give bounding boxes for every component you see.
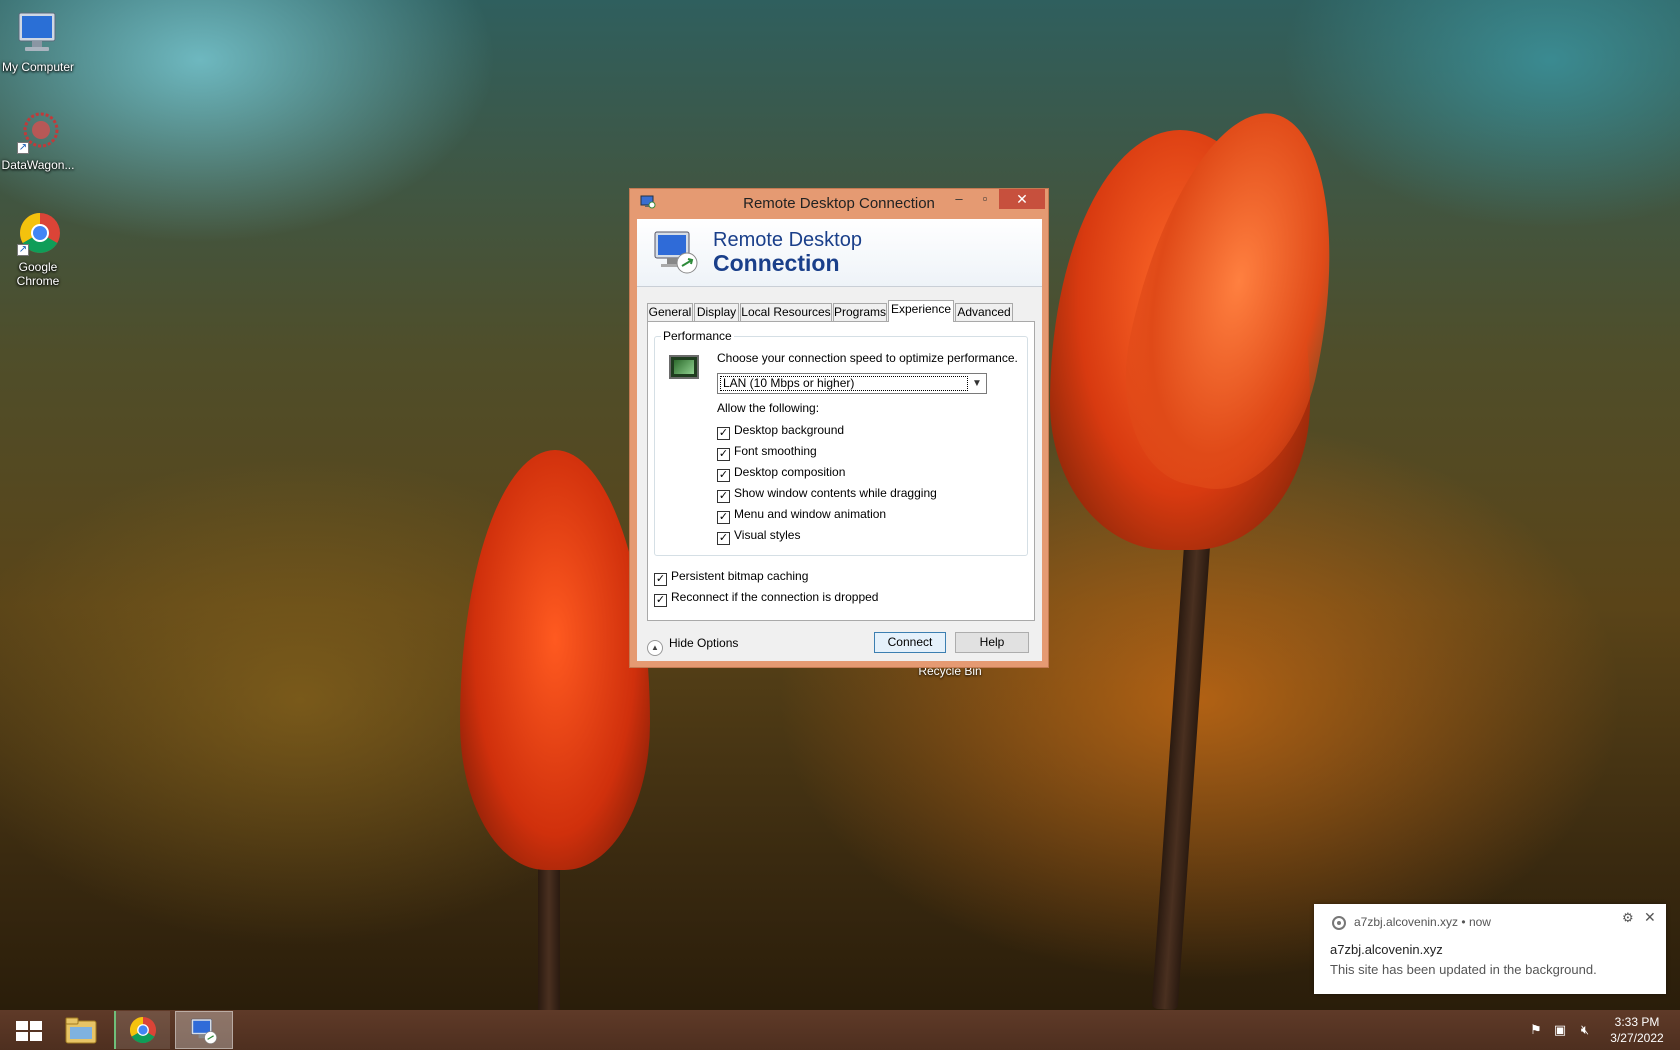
folder-icon [65, 1017, 97, 1044]
volume-muted-icon[interactable]: 🔇︎ [1577, 1022, 1593, 1038]
minimize-button[interactable]: – [946, 189, 972, 209]
chevron-down-icon[interactable]: ▼ [968, 374, 986, 393]
rdc-window: Remote Desktop Connection – ▫ ✕ Remote D… [629, 188, 1049, 668]
flag-icon[interactable]: ⚑ [1528, 1022, 1544, 1038]
notification-heading: a7zbj.alcovenin.xyz [1330, 942, 1443, 957]
checkbox-menu-window-animation[interactable]: ✓ [717, 511, 730, 524]
option-font-smoothing[interactable]: ✓ Font smoothing [717, 444, 817, 461]
option-desktop-composition[interactable]: ✓ Desktop composition [717, 465, 846, 482]
checkbox-reconnect-if-dropped[interactable]: ✓ [654, 594, 667, 607]
chrome-icon: ↗ [15, 210, 61, 256]
checkbox-persistent-bitmap-caching[interactable]: ✓ [654, 573, 667, 586]
window-client-area: Remote Desktop Connection General Displa… [637, 219, 1042, 661]
clock-date: 3/27/2022 [1610, 1031, 1664, 1045]
shortcut-arrow-icon: ↗ [17, 244, 29, 256]
tab-programs[interactable]: Programs [833, 303, 887, 321]
taskbar-google-chrome[interactable] [114, 1011, 170, 1049]
performance-group-label: Performance [661, 329, 734, 343]
connect-button[interactable]: Connect [874, 632, 946, 653]
notification-body: This site has been updated in the backgr… [1330, 962, 1597, 977]
speed-prompt: Choose your connection speed to optimize… [717, 351, 1018, 365]
option-reconnect-if-dropped[interactable]: ✓ Reconnect if the connection is dropped [654, 590, 879, 607]
chevron-up-icon: ▲ [647, 640, 663, 656]
allow-label: Allow the following: [717, 401, 820, 415]
performance-group: Performance Choose your connection speed… [654, 329, 1028, 556]
desktop-icon-label: DataWagon... [1, 158, 75, 172]
option-label: Menu and window animation [734, 507, 887, 521]
tab-experience[interactable]: Experience [888, 300, 954, 322]
chrome-icon [129, 1016, 157, 1044]
tab-display[interactable]: Display [694, 303, 739, 321]
option-label: Desktop composition [734, 465, 846, 479]
notification-toast[interactable]: a7zbj.alcovenin.xyz • now ⚙ ✕ a7zbj.alco… [1314, 904, 1666, 994]
performance-monitor-icon [669, 355, 699, 379]
shortcut-arrow-icon: ↗ [17, 142, 29, 154]
datawagon-icon: ↗ [15, 108, 61, 154]
desktop-icon-google-chrome[interactable]: ↗ Google Chrome [0, 210, 76, 288]
chrome-notification-icon [1332, 916, 1346, 930]
notification-source: a7zbj.alcovenin.xyz • now [1354, 915, 1491, 929]
close-button[interactable]: ✕ [999, 189, 1045, 209]
desktop-icon-label: My Computer [1, 60, 75, 74]
hide-options-button[interactable]: ▲ Hide Options [647, 635, 738, 656]
option-menu-window-animation[interactable]: ✓ Menu and window animation [717, 507, 887, 524]
windows-logo-icon [16, 1021, 44, 1041]
network-icon[interactable]: ▣ [1552, 1022, 1568, 1038]
option-label: Reconnect if the connection is dropped [671, 590, 879, 604]
taskbar-file-explorer[interactable] [58, 1011, 106, 1049]
desktop-icon-datawagon[interactable]: ↗ DataWagon... [0, 108, 76, 172]
desktop-icon-label: Google Chrome [16, 260, 60, 288]
option-persistent-bitmap-caching[interactable]: ✓ Persistent bitmap caching [654, 569, 809, 586]
notification-separator: • [1461, 915, 1466, 929]
tab-advanced[interactable]: Advanced [955, 303, 1013, 321]
title-bar[interactable]: Remote Desktop Connection – ▫ ✕ [630, 189, 1048, 216]
rdc-banner: Remote Desktop Connection [637, 219, 1042, 287]
checkbox-show-window-contents[interactable]: ✓ [717, 490, 730, 503]
clock-time: 3:33 PM [1614, 1015, 1660, 1029]
taskbar-remote-desktop[interactable] [175, 1011, 233, 1049]
option-label: Show window contents while dragging [734, 486, 937, 500]
tab-local-resources[interactable]: Local Resources [740, 303, 832, 321]
flower-stem [538, 850, 560, 1010]
experience-panel: Performance Choose your connection speed… [647, 321, 1035, 621]
banner-title-line1: Remote Desktop [713, 229, 862, 251]
checkbox-desktop-background[interactable]: ✓ [717, 427, 730, 440]
option-desktop-background[interactable]: ✓ Desktop background [717, 423, 845, 440]
option-label: Desktop background [734, 423, 845, 437]
rdc-logo-icon [651, 227, 701, 277]
close-icon[interactable]: ✕ [1644, 909, 1656, 926]
banner-title-line2: Connection [713, 250, 840, 276]
option-label: Font smoothing [734, 444, 817, 458]
hide-options-label: Hide Options [669, 636, 739, 650]
checkbox-desktop-composition[interactable]: ✓ [717, 469, 730, 482]
taskbar [0, 1010, 1680, 1050]
tab-general[interactable]: General [647, 303, 693, 321]
connection-speed-value: LAN (10 Mbps or higher) [720, 376, 968, 391]
gear-icon[interactable]: ⚙ [1622, 910, 1634, 926]
option-visual-styles[interactable]: ✓ Visual styles [717, 528, 801, 545]
taskbar-clock[interactable]: 3:33 PM 3/27/2022 [1600, 1014, 1674, 1046]
notification-time: now [1468, 915, 1491, 929]
help-button[interactable]: Help [955, 632, 1029, 653]
notification-source-site: a7zbj.alcovenin.xyz [1354, 915, 1459, 929]
option-label: Visual styles [734, 528, 801, 542]
option-label: Persistent bitmap caching [671, 569, 809, 583]
checkbox-font-smoothing[interactable]: ✓ [717, 448, 730, 461]
start-button[interactable] [8, 1011, 42, 1049]
maximize-button[interactable]: ▫ [972, 189, 998, 209]
connection-speed-select[interactable]: LAN (10 Mbps or higher) ▼ [717, 373, 987, 394]
computer-icon [15, 10, 61, 56]
option-show-window-contents[interactable]: ✓ Show window contents while dragging [717, 486, 937, 503]
rdc-icon [191, 1018, 217, 1044]
desktop-icon-my-computer[interactable]: My Computer [0, 10, 76, 74]
checkbox-visual-styles[interactable]: ✓ [717, 532, 730, 545]
flower-stem [1151, 539, 1211, 1010]
flower-left [460, 450, 650, 870]
